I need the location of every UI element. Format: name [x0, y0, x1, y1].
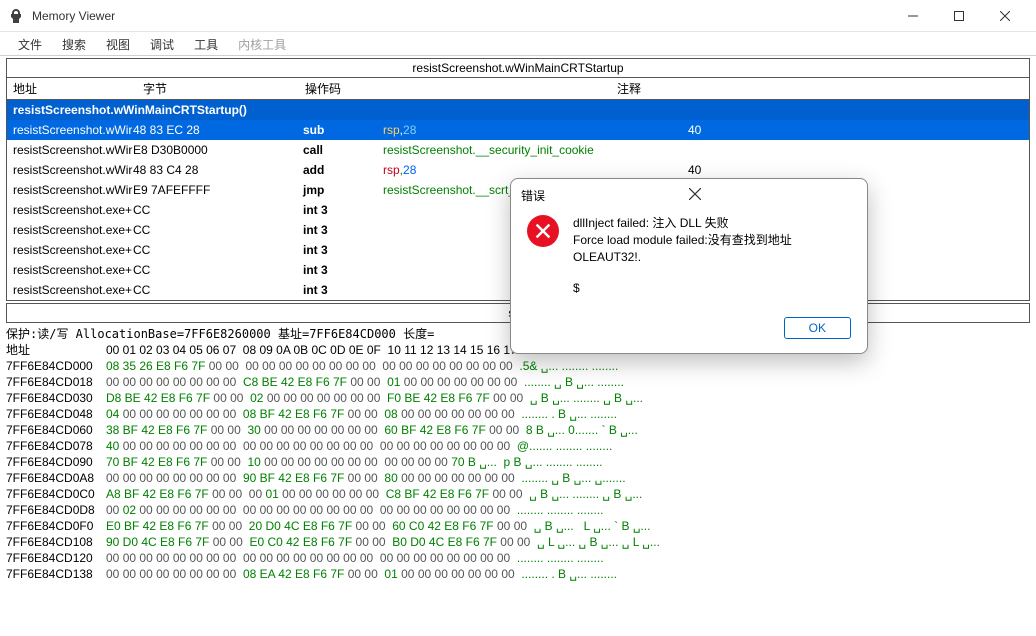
close-button[interactable]: [982, 0, 1028, 32]
hex-row[interactable]: 7FF6E84CD06038 BF 42 E8 F6 7F 00 00 30 0…: [6, 422, 1030, 438]
dialog-ok-button[interactable]: OK: [784, 317, 851, 339]
error-dialog: 错误 dllInject failed: 注入 DLL 失败 Force loa…: [510, 178, 868, 354]
disasm-function-header[interactable]: resistScreenshot.wWinMainCRTStartup(): [7, 100, 1029, 120]
col-note[interactable]: 注释: [617, 80, 1029, 97]
menu-search[interactable]: 搜索: [52, 32, 96, 55]
dialog-title: 错误: [521, 187, 689, 204]
disasm-row[interactable]: resistScreenshot.wWir48 83 EC 28subrsp,2…: [7, 120, 1029, 140]
maximize-button[interactable]: [936, 0, 982, 32]
hex-row[interactable]: 7FF6E84CD0F0E0 BF 42 E8 F6 7F 00 00 20 D…: [6, 518, 1030, 534]
minimize-button[interactable]: [890, 0, 936, 32]
hex-row[interactable]: 7FF6E84CD07840 00 00 00 00 00 00 00 00 0…: [6, 438, 1030, 454]
menubar: 文件 搜索 视图 调试 工具 内核工具: [0, 32, 1036, 56]
hex-row[interactable]: 7FF6E84CD13800 00 00 00 00 00 00 00 08 E…: [6, 566, 1030, 582]
hex-row[interactable]: 7FF6E84CD0C0A8 BF 42 E8 F6 7F 00 00 00 0…: [6, 486, 1030, 502]
hex-row[interactable]: 7FF6E84CD0A800 00 00 00 00 00 00 00 90 B…: [6, 470, 1030, 486]
menu-tools[interactable]: 工具: [184, 32, 228, 55]
hex-row[interactable]: 7FF6E84CD12000 00 00 00 00 00 00 00 00 0…: [6, 550, 1030, 566]
menu-file[interactable]: 文件: [8, 32, 52, 55]
hex-row[interactable]: 7FF6E84CD030D8 BE 42 E8 F6 7F 00 00 02 0…: [6, 390, 1030, 406]
menu-debug[interactable]: 调试: [140, 32, 184, 55]
col-opcode[interactable]: 操作码: [305, 80, 617, 97]
window-title: Memory Viewer: [32, 9, 890, 23]
hex-row[interactable]: 7FF6E84CD0D800 02 00 00 00 00 00 00 00 0…: [6, 502, 1030, 518]
disasm-row[interactable]: resistScreenshot.wWirE8 D30B0000callresi…: [7, 140, 1029, 160]
col-address[interactable]: 地址: [7, 80, 143, 97]
disasm-row[interactable]: resistScreenshot.wWir48 83 C4 28addrsp,2…: [7, 160, 1029, 180]
menu-view[interactable]: 视图: [96, 32, 140, 55]
hex-row[interactable]: 7FF6E84CD10890 D0 4C E8 F6 7F 00 00 E0 C…: [6, 534, 1030, 550]
dialog-close-icon[interactable]: [689, 188, 857, 203]
titlebar: Memory Viewer: [0, 0, 1036, 32]
disasm-column-headers: 地址 字节 操作码 注释: [6, 78, 1030, 100]
error-icon: [527, 215, 559, 247]
app-icon: [8, 8, 24, 24]
menu-kernel-tools[interactable]: 内核工具: [228, 32, 296, 55]
disasm-header-bar: resistScreenshot.wWinMainCRTStartup: [6, 58, 1030, 78]
dialog-message: dllInject failed: 注入 DLL 失败 Force load m…: [573, 215, 792, 297]
hex-row[interactable]: 7FF6E84CD04804 00 00 00 00 00 00 00 08 B…: [6, 406, 1030, 422]
col-bytes[interactable]: 字节: [143, 80, 305, 97]
hex-row[interactable]: 7FF6E84CD00008 35 26 E8 F6 7F 00 00 00 0…: [6, 358, 1030, 374]
hex-dump[interactable]: 7FF6E84CD00008 35 26 E8 F6 7F 00 00 00 0…: [6, 358, 1030, 582]
hex-row[interactable]: 7FF6E84CD09070 BF 42 E8 F6 7F 00 00 10 0…: [6, 454, 1030, 470]
hex-row[interactable]: 7FF6E84CD01800 00 00 00 00 00 00 00 C8 B…: [6, 374, 1030, 390]
